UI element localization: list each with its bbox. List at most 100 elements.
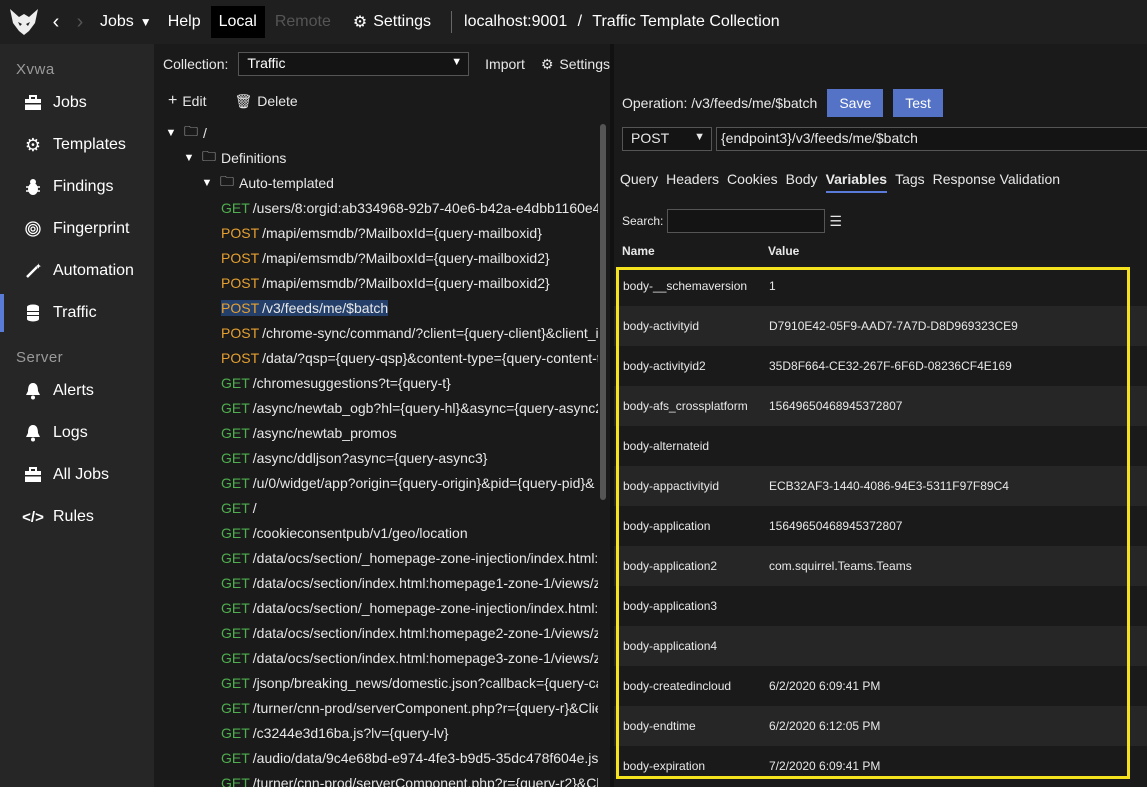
request-item[interactable]: GET/cookieconsentpub/v1/geo/location: [154, 520, 598, 545]
request-item[interactable]: POST/mapi/emsmdb/?MailboxId={query-mailb…: [154, 220, 598, 245]
sidebar-item-traffic[interactable]: Traffic: [0, 292, 154, 334]
request-item[interactable]: GET/users/8:orgid:ab334968-92b7-40e6-b42…: [154, 195, 598, 220]
highlight-box: [616, 267, 1130, 779]
tab-variables[interactable]: Variables: [825, 171, 888, 193]
save-button[interactable]: Save: [827, 89, 884, 117]
request-item[interactable]: GET/turner/cnn-prod/serverComponent.php?…: [154, 770, 598, 787]
tab-tags[interactable]: Tags: [895, 171, 925, 193]
forward-arrow-icon[interactable]: ›: [68, 11, 92, 34]
request-item[interactable]: GET/jsonp/breaking_news/domestic.json?ca…: [154, 670, 598, 695]
request-method: GET: [221, 449, 250, 466]
collection-settings-button[interactable]: ⚙ Settings: [541, 56, 610, 73]
tree-node-root[interactable]: ▼ 🗀 /: [154, 120, 598, 145]
app-logo-icon[interactable]: [4, 0, 44, 44]
chevron-down-icon: ▼: [165, 126, 177, 139]
menu-icon[interactable]: ☰: [829, 213, 842, 230]
nav-settings[interactable]: ⚙ Settings: [345, 0, 439, 44]
request-item[interactable]: GET/chromesuggestions?t={query-t}: [154, 370, 598, 395]
wand-icon: ✦: [22, 260, 44, 282]
request-item[interactable]: POST/mapi/emsmdb/?MailboxId={query-mailb…: [154, 245, 598, 270]
request-method: GET: [221, 474, 250, 491]
request-path: /mapi/emsmdb/?MailboxId={query-mailboxid…: [262, 249, 550, 266]
tab-body[interactable]: Body: [786, 171, 818, 193]
request-item-text: POST/v3/feeds/me/$batch: [221, 299, 389, 316]
database-icon: [22, 302, 44, 324]
request-method: POST: [221, 299, 260, 316]
request-item[interactable]: GET/data/ocs/section/_homepage-zone-inje…: [154, 545, 598, 570]
tab-query[interactable]: Query: [620, 171, 658, 193]
request-item[interactable]: GET/async/newtab_promos: [154, 420, 598, 445]
request-item[interactable]: GET/audio/data/9c4e68bd-e974-4fe3-b9d5-3…: [154, 745, 598, 770]
delete-button[interactable]: 🗑 Delete: [234, 93, 311, 110]
nav-jobs-menu[interactable]: Jobs ▼: [92, 0, 160, 44]
request-item[interactable]: POST/v3/feeds/me/$batch: [154, 295, 598, 320]
request-item[interactable]: POST/mapi/emsmdb/?MailboxId={query-mailb…: [154, 270, 598, 295]
nav-remote[interactable]: Remote: [267, 0, 339, 44]
request-item[interactable]: GET/data/ocs/section/index.html:homepage…: [154, 645, 598, 670]
tree-scrollbar[interactable]: [600, 124, 606, 500]
request-item-text: GET/cookieconsentpub/v1/geo/location: [221, 525, 468, 541]
request-method: GET: [221, 624, 250, 641]
sidebar-item-findings[interactable]: Findings: [0, 166, 154, 208]
request-path: /chrome-sync/command/?client={query-clie…: [262, 324, 598, 341]
request-item[interactable]: GET/data/ocs/section/_homepage-zone-inje…: [154, 595, 598, 620]
request-item[interactable]: GET/turner/cnn-prod/serverComponent.php?…: [154, 695, 598, 720]
request-item[interactable]: GET /: [154, 495, 598, 520]
request-item-text: POST/mapi/emsmdb/?MailboxId={query-mailb…: [221, 225, 542, 241]
tree-node-label: Auto-templated: [239, 174, 334, 191]
gears-icon: ⚙: [24, 134, 42, 155]
nav-local[interactable]: Local: [210, 6, 265, 38]
request-item[interactable]: POST/data/?qsp={query-qsp}&content-type=…: [154, 345, 598, 370]
bell-icon: [22, 422, 44, 444]
column-header-value[interactable]: Value: [768, 244, 799, 258]
request-item[interactable]: GET/data/ocs/section/index.html:homepage…: [154, 620, 598, 645]
test-button[interactable]: Test: [893, 89, 943, 117]
chevron-down-icon: ▼: [201, 176, 213, 189]
collection-settings-label: Settings: [559, 56, 610, 72]
request-item[interactable]: GET/data/ocs/section/index.html:homepage…: [154, 570, 598, 595]
sidebar-item-templates[interactable]: ⚙ Templates: [0, 124, 154, 166]
request-path: /data/ocs/section/_homepage-zone-injecti…: [252, 549, 598, 566]
sidebar-item-fingerprint[interactable]: Fingerprint: [0, 208, 154, 250]
collection-select[interactable]: Traffic ▼: [238, 52, 470, 76]
top-bar: ‹ › Jobs ▼ Help Local Remote ⚙ Settings lo…: [0, 0, 1147, 44]
svg-text:✦: ✦: [35, 262, 42, 271]
request-path: /: [252, 499, 257, 516]
request-item[interactable]: GET/async/newtab_ogb?hl={query-hl}&async…: [154, 395, 598, 420]
request-path: /chromesuggestions?t={query-t}: [252, 374, 451, 391]
column-header-name[interactable]: Name: [622, 244, 655, 258]
search-input[interactable]: [667, 209, 826, 233]
tree-node-auto-templated[interactable]: ▼ 🗀 Auto-templated: [154, 170, 598, 195]
back-arrow-icon[interactable]: ‹: [44, 11, 68, 34]
request-item-text: GET/data/ocs/section/index.html:homepage…: [221, 575, 598, 591]
request-path: /data/ocs/section/index.html:homepage1-z…: [252, 574, 598, 591]
request-item-text: GET/async/newtab_ogb?hl={query-hl}&async…: [221, 400, 598, 416]
url-input[interactable]: {endpoint3}/v3/feeds/me/$batch: [716, 127, 1147, 151]
tree-node-definitions[interactable]: ▼ 🗀 Definitions: [154, 145, 598, 170]
sidebar-item-alerts[interactable]: Alerts: [0, 370, 154, 412]
breadcrumb: localhost:9001 / Traffic Template Collec…: [464, 13, 780, 31]
import-button[interactable]: Import: [485, 56, 525, 72]
method-select[interactable]: POST ▼: [622, 127, 712, 151]
breadcrumb-host: localhost:9001: [464, 13, 568, 30]
request-item[interactable]: GET/async/ddljson?async={query-async3}: [154, 445, 598, 470]
tab-headers[interactable]: Headers: [666, 171, 719, 193]
request-item[interactable]: GET/c3244e3d16ba.js?lv={query-lv}: [154, 720, 598, 745]
tab-cookies[interactable]: Cookies: [727, 171, 778, 193]
request-method: GET: [221, 699, 250, 716]
edit-button[interactable]: + Edit: [168, 92, 220, 110]
sidebar-item-all-jobs[interactable]: All Jobs: [0, 454, 154, 496]
sidebar-item-automation[interactable]: ✦ Automation: [0, 250, 154, 292]
sidebar-item-logs[interactable]: Logs: [0, 412, 154, 454]
edit-label: Edit: [182, 93, 207, 109]
nav-help[interactable]: Help: [160, 0, 209, 44]
request-item[interactable]: GET/u/0/widget/app?origin={query-origin}…: [154, 470, 598, 495]
request-method: GET: [221, 774, 250, 787]
request-method: GET: [221, 724, 250, 741]
request-item-text: POST/data/?qsp={query-qsp}&content-type=…: [221, 350, 598, 366]
request-item[interactable]: POST/chrome-sync/command/?client={query-…: [154, 320, 598, 345]
request-item-text: POST/mapi/emsmdb/?MailboxId={query-mailb…: [221, 275, 550, 291]
sidebar-item-jobs[interactable]: Jobs: [0, 82, 154, 124]
sidebar-item-rules[interactable]: </> Rules: [0, 496, 154, 538]
tab-response-validation[interactable]: Response Validation: [933, 171, 1060, 193]
